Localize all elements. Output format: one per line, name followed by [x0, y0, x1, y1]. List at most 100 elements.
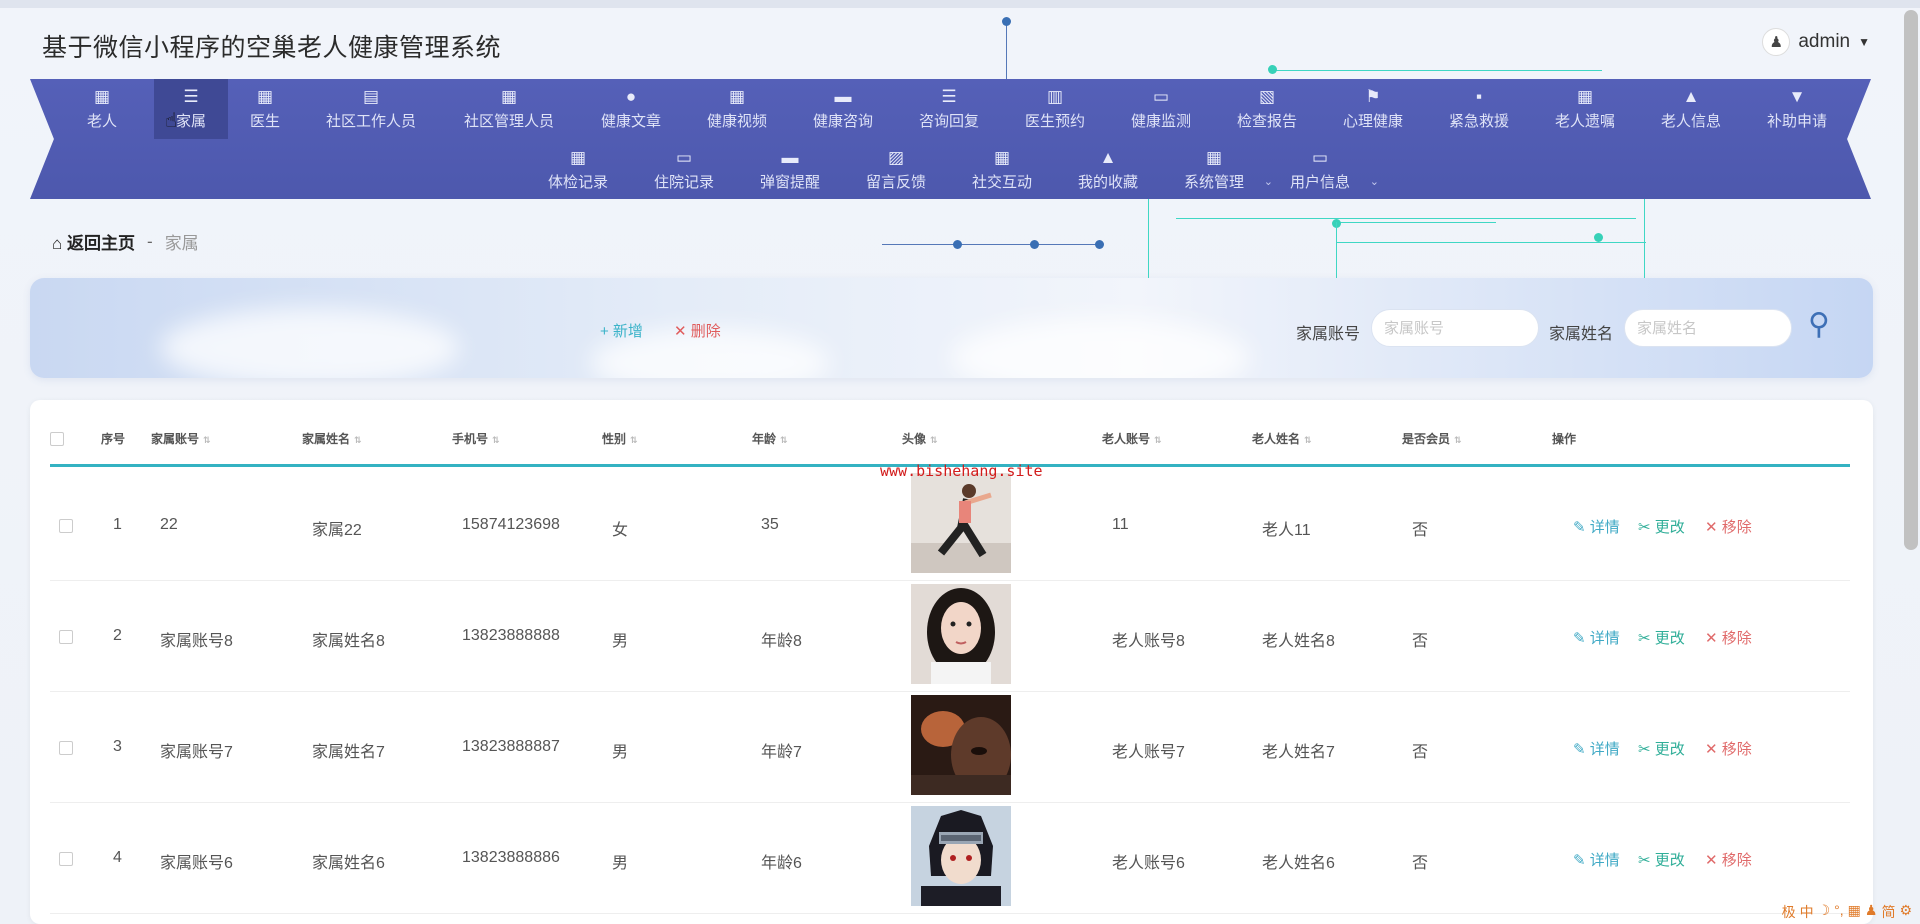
nav-item-9[interactable]: ▥ 医生预约 — [1002, 79, 1108, 139]
detail-icon: ✎ — [1573, 741, 1590, 758]
tray-icon[interactable]: ▦ — [1848, 902, 1861, 922]
col-header-name[interactable]: 家属姓名 ⇅ — [302, 430, 362, 447]
nav-item-5[interactable]: ● 健康文章 — [578, 79, 684, 139]
col-header-phone[interactable]: 手机号 ⇅ — [452, 430, 500, 447]
select-all-checkbox[interactable] — [50, 432, 64, 446]
tray-icon[interactable]: 中 — [1800, 902, 1814, 922]
cell-index: 2 — [113, 627, 122, 644]
nav-item-15[interactable]: ▲ 老人信息 — [1638, 79, 1744, 139]
nav-item-3[interactable]: ▤ 社区工作人员 — [302, 79, 440, 139]
cloud-decor — [160, 308, 460, 378]
col-header-age-label: 年龄 — [752, 432, 777, 446]
detail-button[interactable]: ✎ 详情 — [1573, 627, 1620, 648]
edit-button-label: 更改 — [1654, 741, 1685, 758]
col-header-gender[interactable]: 性别 ⇅ — [602, 430, 638, 447]
tray-icon[interactable]: °, — [1834, 902, 1844, 922]
delete-button[interactable]: ✕ 删除 — [674, 320, 721, 341]
decor-line — [1644, 199, 1645, 278]
edit-button[interactable]: ✂ 更改 — [1638, 738, 1685, 759]
monitor-icon: ▭ — [1152, 87, 1170, 106]
remove-button[interactable]: ✕ 移除 — [1705, 627, 1752, 648]
nav-item-0[interactable]: ▦ 体检记录 — [525, 140, 631, 200]
tray-icon[interactable]: 简 — [1881, 902, 1895, 922]
grid-icon: ▦ — [1576, 87, 1594, 106]
cell-member: 否 — [1412, 522, 1429, 539]
nav-item-2[interactable]: ▬ 弹窗提醒 — [737, 140, 843, 200]
nav-item-1[interactable]: ▭ 住院记录 — [631, 140, 737, 200]
row-checkbox[interactable] — [59, 852, 73, 866]
edit-button[interactable]: ✂ 更改 — [1638, 516, 1685, 537]
col-header-member[interactable]: 是否会员 ⇅ — [1402, 430, 1462, 447]
add-button[interactable]: + 新增 — [600, 320, 643, 341]
nav-item-10[interactable]: ▭ 健康监测 — [1108, 79, 1214, 139]
tray-icon[interactable]: 极 — [1782, 902, 1796, 922]
table-row[interactable]: 4 家属账号6 家属姓名6 13823888886 男 年龄6 老人账号6 老人姓名6 否 ✎ 详… — [50, 803, 1850, 914]
scrollbar[interactable] — [1904, 10, 1918, 550]
remove-button[interactable]: ✕ 移除 — [1705, 738, 1752, 759]
nav-item-14[interactable]: ▦ 老人遗嘱 — [1532, 79, 1638, 139]
nav-item-6[interactable]: ▦ 系统管理 ⌄ — [1161, 140, 1273, 200]
home-link[interactable]: ⌂ 返回主页 — [52, 229, 135, 254]
name-search-input[interactable] — [1624, 309, 1792, 347]
account-search-input[interactable] — [1371, 309, 1539, 347]
nav-item-4[interactable]: ▦ 社交互动 — [949, 140, 1055, 200]
edit-icon: ✂ — [1638, 852, 1655, 869]
row-checkbox[interactable] — [59, 741, 73, 755]
filter-label-account: 家属账号 — [1296, 326, 1361, 343]
remove-button[interactable]: ✕ 移除 — [1705, 849, 1752, 870]
detail-button[interactable]: ✎ 详情 — [1573, 849, 1620, 870]
user-menu[interactable]: ♟ admin ▼ — [1762, 28, 1870, 56]
detail-button[interactable]: ✎ 详情 — [1573, 516, 1620, 537]
edit-button[interactable]: ✂ 更改 — [1638, 849, 1685, 870]
col-header-account[interactable]: 家属账号 ⇅ — [151, 430, 211, 447]
detail-button[interactable]: ✎ 详情 — [1573, 738, 1620, 759]
nav-item-7[interactable]: ▭ 用户信息 ⌄ — [1267, 140, 1379, 200]
nav-item-13[interactable]: ▪ 紧急救援 — [1426, 79, 1532, 139]
avatar-image — [911, 806, 1011, 906]
nav-item-0[interactable]: ▦ 老人 — [50, 79, 154, 139]
tray-icon[interactable]: ⚙ — [1899, 902, 1912, 922]
col-header-gender-label: 性别 — [602, 432, 627, 446]
table-row[interactable]: 1 22 家属22 15874123698 女 35 11 老人11 否 ✎ 详情 ✂ 更改 ✕ 移除 — [50, 470, 1850, 581]
nav-item-11[interactable]: ▧ 检查报告 — [1214, 79, 1320, 139]
nav-item-label: 医生预约 — [1024, 113, 1085, 130]
nav-item-4[interactable]: ▦ 社区管理人员 — [440, 79, 578, 139]
cell-index: 4 — [113, 849, 122, 866]
row-checkbox[interactable] — [59, 519, 73, 533]
nav-item-16[interactable]: ▼ 补助申请 — [1744, 79, 1850, 139]
briefcase-icon: ▬ — [834, 87, 852, 106]
cell-phone: 13823888887 — [462, 738, 560, 755]
nav-item-12[interactable]: ⚑ 心理健康 — [1320, 79, 1426, 139]
remove-button[interactable]: ✕ 移除 — [1705, 516, 1752, 537]
tray-icon[interactable]: ♟ — [1865, 902, 1878, 922]
col-header-elder-account[interactable]: 老人账号 ⇅ — [1102, 430, 1162, 447]
remove-button-label: 移除 — [1721, 741, 1752, 758]
detail-icon: ✎ — [1573, 852, 1590, 869]
nav-item-8[interactable]: ☰ 咨询回复 — [896, 79, 1002, 139]
tray-icon[interactable]: ☽ — [1818, 902, 1831, 922]
list-icon: ☰ — [941, 87, 957, 106]
nav-item-label: 心理健康 — [1342, 113, 1403, 130]
col-header-age[interactable]: 年龄 ⇅ — [752, 430, 788, 447]
nav-item-label: 紧急救援 — [1448, 113, 1509, 130]
nav-item-label: 老人信息 — [1660, 113, 1721, 130]
list-icon: ☰ — [183, 87, 199, 106]
cell-account: 家属账号7 — [160, 744, 233, 761]
nav-item-5[interactable]: ▲ 我的收藏 — [1055, 140, 1161, 200]
col-header-avatar[interactable]: 头像 ⇅ — [902, 430, 938, 447]
remove-button-label: 移除 — [1721, 630, 1752, 647]
nav-item-3[interactable]: ▨ 留言反馈 — [843, 140, 949, 200]
nav-item-6[interactable]: ▦ 健康视频 — [684, 79, 790, 139]
table-row[interactable]: 3 家属账号7 家属姓名7 13823888887 男 年龄7 老人账号7 老人姓名7 否 ✎ 详… — [50, 692, 1850, 803]
decor-line — [1336, 222, 1496, 223]
nav-item-7[interactable]: ▬ 健康咨询 — [790, 79, 896, 139]
nav-item-2[interactable]: ▦ 医生 — [228, 79, 302, 139]
table-row[interactable]: 2 家属账号8 家属姓名8 13823888888 男 年龄8 老人账号8 老人姓名8 否 ✎ 详… — [50, 581, 1850, 692]
search-icon[interactable]: ⚲ — [1808, 307, 1830, 342]
row-checkbox[interactable] — [59, 630, 73, 644]
col-header-index: 序号 — [101, 432, 126, 446]
cell-name: 家属姓名6 — [312, 855, 385, 872]
edit-button[interactable]: ✂ 更改 — [1638, 627, 1685, 648]
cell-age: 35 — [761, 516, 779, 533]
col-header-elder-name[interactable]: 老人姓名 ⇅ — [1252, 430, 1312, 447]
